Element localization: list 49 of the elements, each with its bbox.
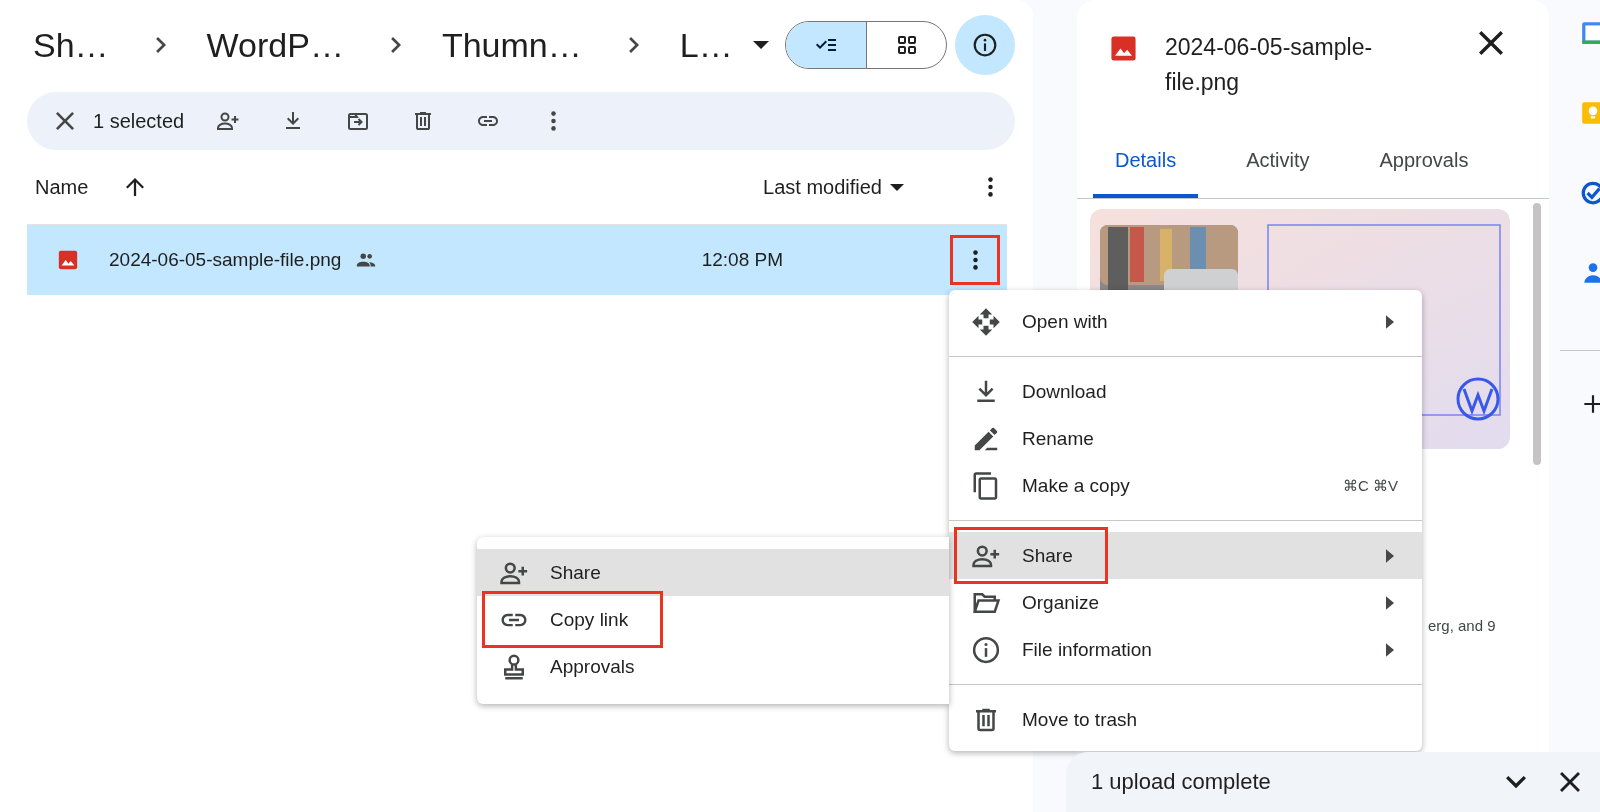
- menu-item[interactable]: Copy link: [487, 596, 659, 643]
- image-file-icon: [57, 249, 79, 271]
- chevron-right-icon: [155, 37, 166, 53]
- menu-item[interactable]: File information: [949, 626, 1168, 673]
- toast-message: 1 upload complete: [1091, 769, 1271, 795]
- menu-item[interactable]: Move to trash: [949, 696, 1154, 743]
- menu-item[interactable]: Rename: [949, 415, 1110, 462]
- menu-item[interactable]: Open with: [949, 298, 1124, 345]
- close-icon[interactable]: [1479, 31, 1503, 55]
- breadcrumb[interactable]: Thumn…: [441, 25, 582, 65]
- close-icon[interactable]: [56, 112, 74, 130]
- breadcrumb[interactable]: L…: [679, 25, 775, 65]
- breadcrumb[interactable]: Sh…: [33, 25, 109, 65]
- menu-item[interactable]: Approvals: [477, 643, 651, 690]
- scrollbar[interactable]: [1533, 203, 1541, 465]
- menu-item[interactable]: Make a copy: [949, 462, 1146, 509]
- move-arrows-icon: [971, 306, 1001, 337]
- close-icon[interactable]: [1560, 772, 1580, 792]
- column-header[interactable]: Name: [35, 175, 89, 199]
- shortcut-text: ⌘C ⌘V: [1343, 476, 1398, 495]
- caret-icon: [752, 41, 769, 49]
- more-icon[interactable]: [550, 111, 556, 131]
- arrow-up-icon[interactable]: [126, 178, 145, 196]
- menu-item[interactable]: Download: [949, 368, 1123, 415]
- tab[interactable]: Details: [1093, 110, 1199, 198]
- caret-icon: [890, 183, 904, 191]
- file-title: 2024-06-05-sample-file.png: [1165, 33, 1374, 97]
- tab[interactable]: Activity: [1224, 110, 1332, 198]
- tab[interactable]: Approvals: [1357, 110, 1491, 198]
- calendar-icon[interactable]: [1580, 20, 1600, 46]
- details-text: erg, and 9: [1428, 617, 1497, 634]
- info-icon: [971, 634, 1001, 665]
- more-icon: [972, 250, 978, 270]
- chevron-down-icon[interactable]: [1506, 775, 1526, 789]
- list-view-button[interactable]: [786, 22, 866, 68]
- info-icon: [972, 32, 998, 58]
- chevron-right-icon: [628, 37, 639, 53]
- info-button[interactable]: [955, 15, 1015, 75]
- more-icon[interactable]: [988, 177, 993, 197]
- chevron-right-icon: [390, 37, 401, 53]
- more-button[interactable]: [953, 238, 997, 282]
- file-name: 2024-06-05-sample-file.png: [109, 249, 342, 271]
- selected-count: 1 selected: [93, 109, 185, 133]
- menu-item[interactable]: Organize: [949, 579, 1116, 626]
- breadcrumb[interactable]: WordP…: [206, 25, 344, 65]
- image-file-icon: [1109, 34, 1138, 63]
- column-header[interactable]: Last modified: [763, 175, 904, 199]
- file-row[interactable]: 2024-06-05-sample-file.png 12:08 PM: [27, 224, 1007, 295]
- modified-time: 12:08 PM: [701, 249, 783, 271]
